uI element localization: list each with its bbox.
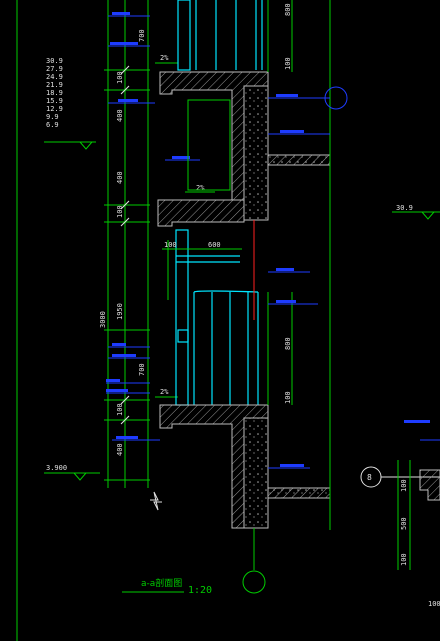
dim-total: 3000 [99,311,107,328]
level-4: 21.9 [46,81,63,89]
level-list: 30.9 27.9 24.9 21.9 18.9 15.9 12.9 9.9 6… [46,57,63,129]
slope-mid: 2% [196,184,205,192]
slab-section-upper [157,71,331,227]
dim-1950: 1950 [116,303,124,320]
detail-bottom-right: 8 100 500 100 100 [360,439,440,608]
dim-100-b: 100 [116,205,124,218]
section-title-text: a-a剖面图 [141,577,182,589]
dim-400-b: 400 [116,171,124,184]
dim-100-c: 100 [116,403,124,416]
horizontal-dimension: 100 600 [162,241,242,250]
level-3: 24.9 [46,73,63,81]
level-marker-bottom: 3.900 [44,464,100,481]
level-right-text: 30.9 [396,204,413,212]
level-marker-triangle [78,141,94,150]
window-frame-top [177,0,263,71]
dim-800-top: 800 [284,3,292,16]
cad-drawing-canvas[interactable]: 30.9 27.9 24.9 21.9 18.9 15.9 12.9 9.9 6… [0,0,440,641]
level-marker-right: 30.9 [392,204,440,220]
axis-bubble[interactable] [242,570,266,594]
break-symbol [150,491,162,511]
dim-700-mid: 700 [138,363,146,376]
slope-bottom: 2% [160,388,169,396]
dim-400-c: 400 [116,443,124,456]
dim-100-a: 100 [116,71,124,84]
dim-h-100: 100 [164,241,177,249]
bottom-right-number: 100 [428,600,440,608]
dim-800-mid: 800 [284,337,292,350]
slab-section-lower [159,404,331,529]
window-frame-mid [175,229,259,406]
corner-dim-100b: 100 [400,553,408,566]
dim-700-top: 700 [138,29,146,42]
annotation-leaders-right [268,97,330,469]
level-7: 12.9 [46,105,63,113]
dim-h-600: 600 [208,241,221,249]
dim-100-r-mid: 100 [284,391,292,404]
level-1: 30.9 [46,57,63,65]
level-bottom-text: 3.900 [46,464,67,472]
detail-circle-label: 8 [367,473,372,482]
right-dimension-text: 800 100 800 100 [284,3,292,404]
level-8: 9.9 [46,113,59,121]
slope-top: 2% [160,54,169,62]
level-5: 18.9 [46,89,63,97]
dim-400-a: 400 [116,109,124,122]
dim-100-r-top: 100 [284,57,292,70]
corner-dim-100: 100 [400,479,408,492]
annotation-blocks-right [276,94,430,467]
dimension-text-left: 3000 1950 700 700 100 100 100 400 400 40… [99,29,146,456]
corner-dim-500: 500 [400,517,408,530]
level-6: 15.9 [46,97,63,105]
dimension-chain-left [104,0,150,488]
level-2: 27.9 [46,65,63,73]
section-scale: 1:20 [188,585,212,596]
section-title: a-a剖面图 1:20 [122,577,212,596]
level-9: 6.9 [46,121,59,129]
